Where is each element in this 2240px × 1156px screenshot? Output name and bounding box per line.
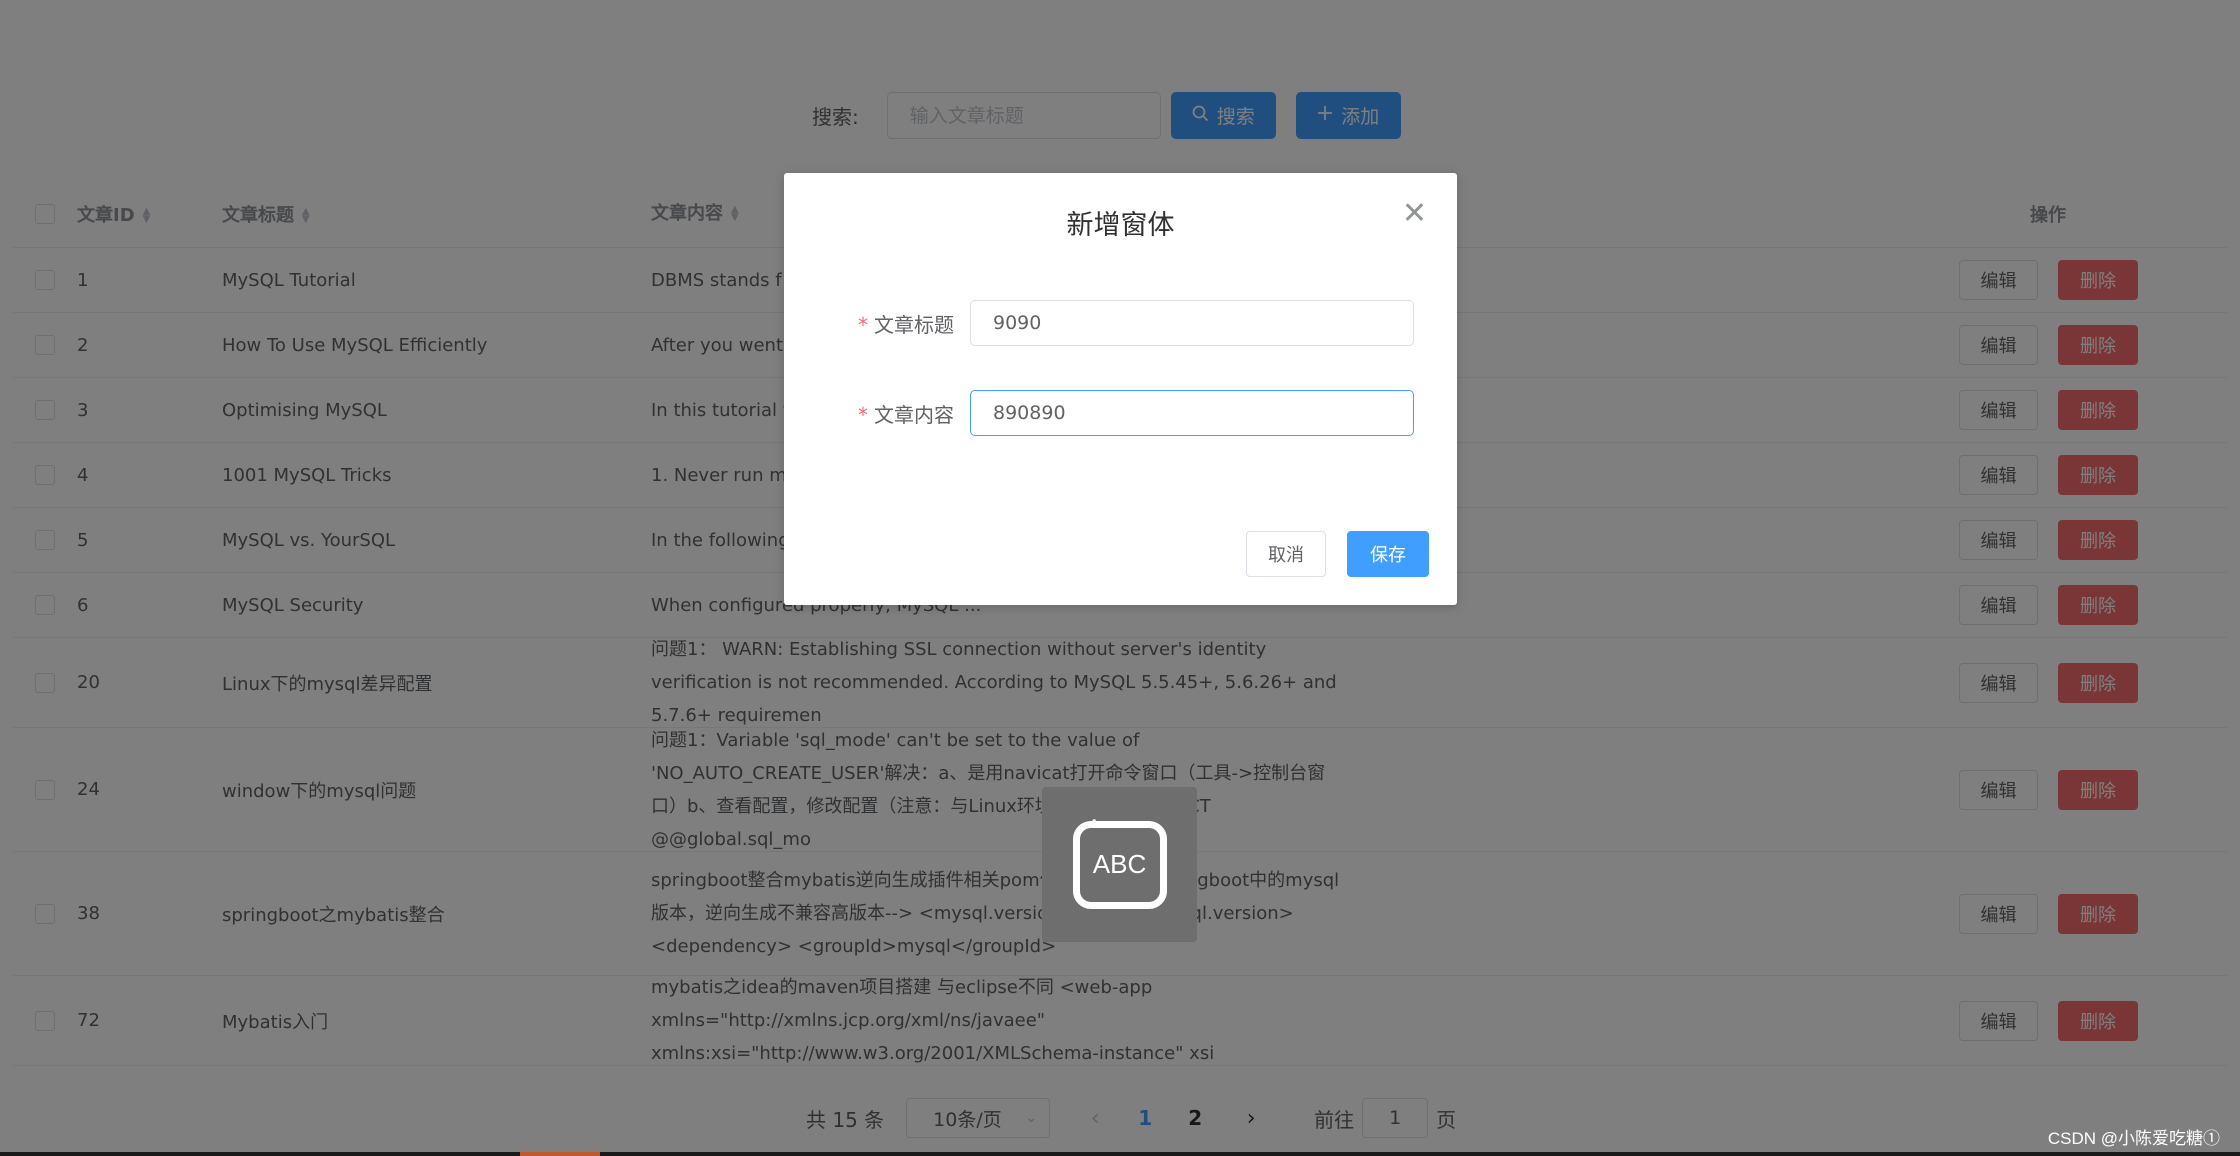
ime-mode-indicator: ^ ABC — [1042, 787, 1197, 942]
add-article-dialog: 新增窗体 ✕ *文章标题 *文章内容 取消 保存 — [784, 173, 1457, 605]
title-input[interactable] — [970, 300, 1414, 346]
form-item-title: * 文章标题 — [784, 300, 1457, 346]
dialog-title: 新增窗体 — [1066, 210, 1175, 241]
content-input[interactable] — [970, 390, 1414, 436]
save-button[interactable]: 保存 — [1347, 531, 1429, 577]
field-label-content: 文章内容 — [874, 402, 954, 427]
bottom-strip — [0, 1152, 2240, 1156]
required-asterisk: * — [858, 402, 868, 427]
ime-abc-icon: ^ ABC — [1072, 816, 1167, 909]
cancel-button[interactable]: 取消 — [1246, 531, 1326, 577]
article-management-page: 搜索: 搜索 添加 文章ID▲▼ 文章标题▲▼ 文章内容▲▼ 操作 1MySQL… — [0, 0, 2240, 1156]
close-icon[interactable]: ✕ — [1402, 199, 1427, 229]
ime-mode-text: ABC — [1092, 849, 1147, 879]
field-label-title: 文章标题 — [874, 312, 954, 337]
watermark: CSDN @小陈爱吃糖① — [2047, 1129, 2220, 1148]
required-asterisk: * — [858, 312, 868, 337]
form-item-content: * 文章内容 — [784, 390, 1457, 436]
